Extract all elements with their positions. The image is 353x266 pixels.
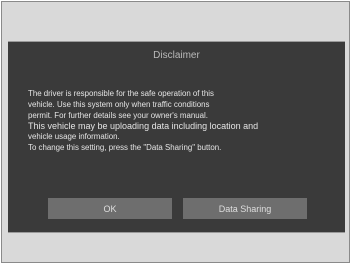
message-line: The driver is responsible for the safe o…: [28, 89, 214, 98]
message-line: vehicle. Use this system only when traff…: [28, 99, 210, 109]
message-line: permit. For further details see your own…: [28, 110, 208, 120]
data-sharing-button[interactable]: Data Sharing: [183, 198, 307, 219]
ok-button[interactable]: OK: [48, 198, 172, 219]
disclaimer-message: The driver is responsible for the safe o…: [28, 89, 328, 154]
dialog-title: Disclaimer: [153, 50, 200, 61]
disclaimer-dialog: Disclaimer The driver is responsible for…: [8, 41, 345, 233]
message-line: To change this setting, press the "Data …: [28, 143, 222, 153]
display-frame: Disclaimer The driver is responsible for…: [1, 1, 350, 263]
message-line: This vehicle may be uploading data inclu…: [28, 121, 259, 132]
message-line: vehicle usage information.: [28, 132, 120, 142]
